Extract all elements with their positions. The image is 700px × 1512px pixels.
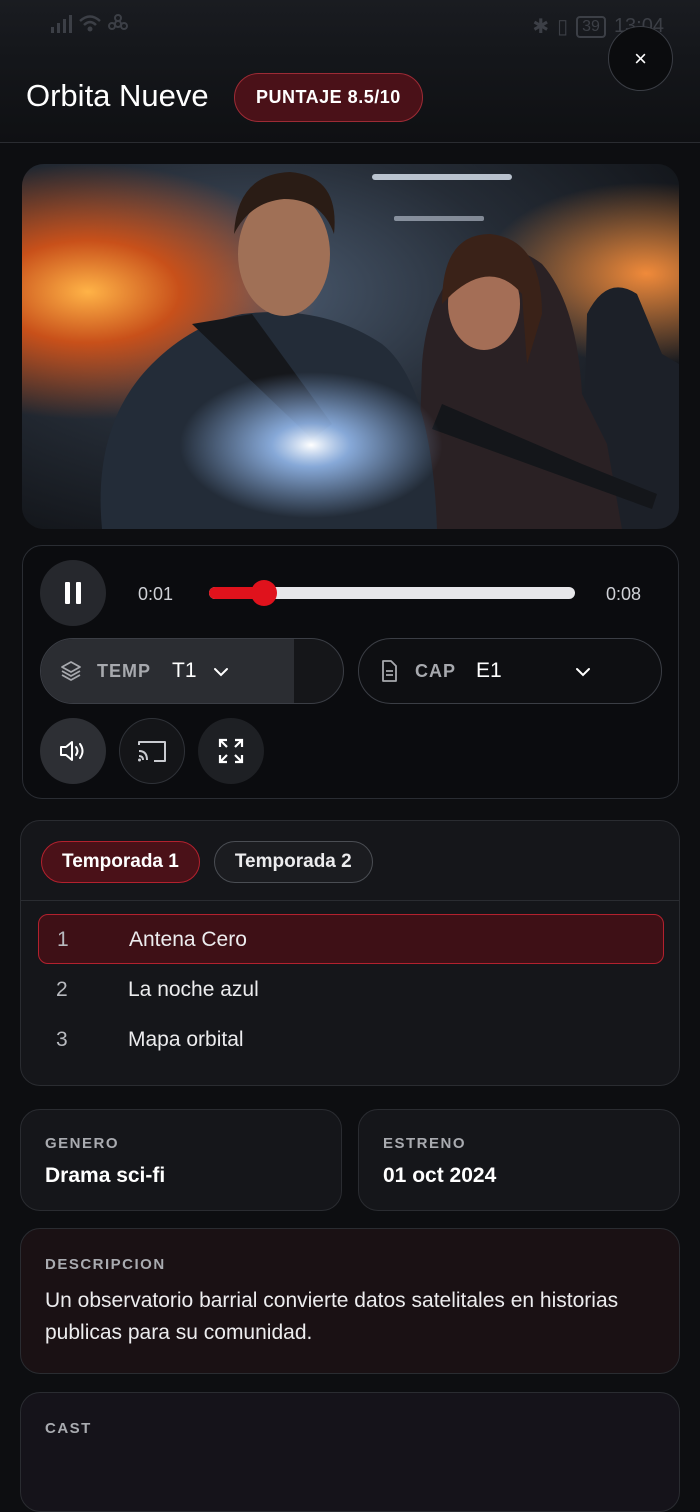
season-selector-label: TEMP	[97, 661, 152, 681]
episode-title: Antena Cero	[129, 928, 247, 951]
cast-icon	[138, 741, 166, 762]
episode-item[interactable]: 2 La noche azul	[38, 965, 664, 1015]
pause-button[interactable]	[40, 560, 106, 626]
episode-title: Mapa orbital	[128, 1028, 244, 1051]
genre-label: GENERO	[45, 1135, 120, 1152]
layers-icon	[61, 661, 81, 681]
pause-icon-bar	[76, 582, 81, 604]
cast-button[interactable]	[119, 718, 185, 784]
cast-card: CAST	[20, 1392, 680, 1512]
episode-number: 3	[56, 1028, 68, 1051]
season-selector-value: T1	[172, 659, 197, 682]
status-bar: ✱ ▯ 39 13:04	[0, 0, 700, 50]
episode-item[interactable]: 3 Mapa orbital	[38, 1015, 664, 1065]
episode-item[interactable]: 1 Antena Cero	[38, 914, 664, 964]
wifi-icon	[79, 15, 101, 32]
description-label: DESCRIPCION	[45, 1256, 166, 1273]
progress-knob[interactable]	[250, 580, 277, 606]
episode-number: 1	[57, 928, 69, 951]
close-button[interactable]: ×	[608, 26, 673, 91]
fullscreen-icon	[218, 738, 244, 764]
header: Orbita Nueve PUNTAJE 8.5/10	[0, 50, 700, 143]
duration-time: 0:08	[606, 584, 642, 604]
episodes-divider	[21, 900, 679, 901]
volume-icon	[60, 741, 84, 761]
hero-scene	[22, 164, 679, 529]
progress-slider[interactable]	[209, 580, 575, 606]
hero-image	[22, 164, 679, 529]
episode-selector-label: CAP	[415, 661, 457, 681]
description-card: DESCRIPCION Un observatorio barrial conv…	[20, 1228, 680, 1374]
tab-temporada-2[interactable]: Temporada 2	[213, 841, 373, 883]
episode-selector-value: E1	[476, 659, 502, 682]
episode-title: La noche azul	[128, 978, 259, 1001]
page-title: Orbita Nueve	[26, 78, 209, 113]
season-tabs: Temporada 1 Temporada 2	[41, 841, 373, 883]
season-selector[interactable]: TEMP T1	[40, 638, 344, 704]
chevron-down-icon	[214, 668, 228, 677]
fullscreen-button[interactable]	[198, 718, 264, 784]
fan-icon	[108, 14, 128, 30]
release-card: ESTRENO 01 oct 2024	[358, 1109, 680, 1211]
release-label: ESTRENO	[383, 1135, 467, 1152]
document-icon	[382, 660, 397, 682]
release-value: 01 oct 2024	[383, 1164, 497, 1187]
tab-temporada-1[interactable]: Temporada 1	[41, 841, 200, 883]
cast-label: CAST	[45, 1420, 92, 1437]
volume-button[interactable]	[40, 718, 106, 784]
current-time: 0:01	[138, 584, 174, 604]
vibrate-icon: ▯	[557, 16, 569, 38]
close-icon: ×	[634, 45, 647, 71]
status-left	[50, 14, 128, 34]
battery-indicator: 39	[576, 15, 606, 38]
episodes-panel: Temporada 1 Temporada 2 1 Antena Cero 2 …	[20, 820, 680, 1086]
genre-value: Drama sci-fi	[45, 1164, 166, 1187]
score-badge: PUNTAJE 8.5/10	[234, 73, 423, 122]
description-text: Un observatorio barrial convierte datos …	[45, 1289, 619, 1344]
episode-number: 2	[56, 978, 68, 1001]
bluetooth-icon: ✱	[532, 16, 550, 38]
episode-selector[interactable]: CAP E1	[358, 638, 662, 704]
pause-icon	[65, 582, 70, 604]
genre-card: GENERO Drama sci-fi	[20, 1109, 342, 1211]
signal-icon	[51, 15, 72, 33]
player-controls: 0:01 0:08 TEMP T1 CAP E1	[22, 545, 679, 799]
chevron-down-icon	[576, 668, 590, 677]
